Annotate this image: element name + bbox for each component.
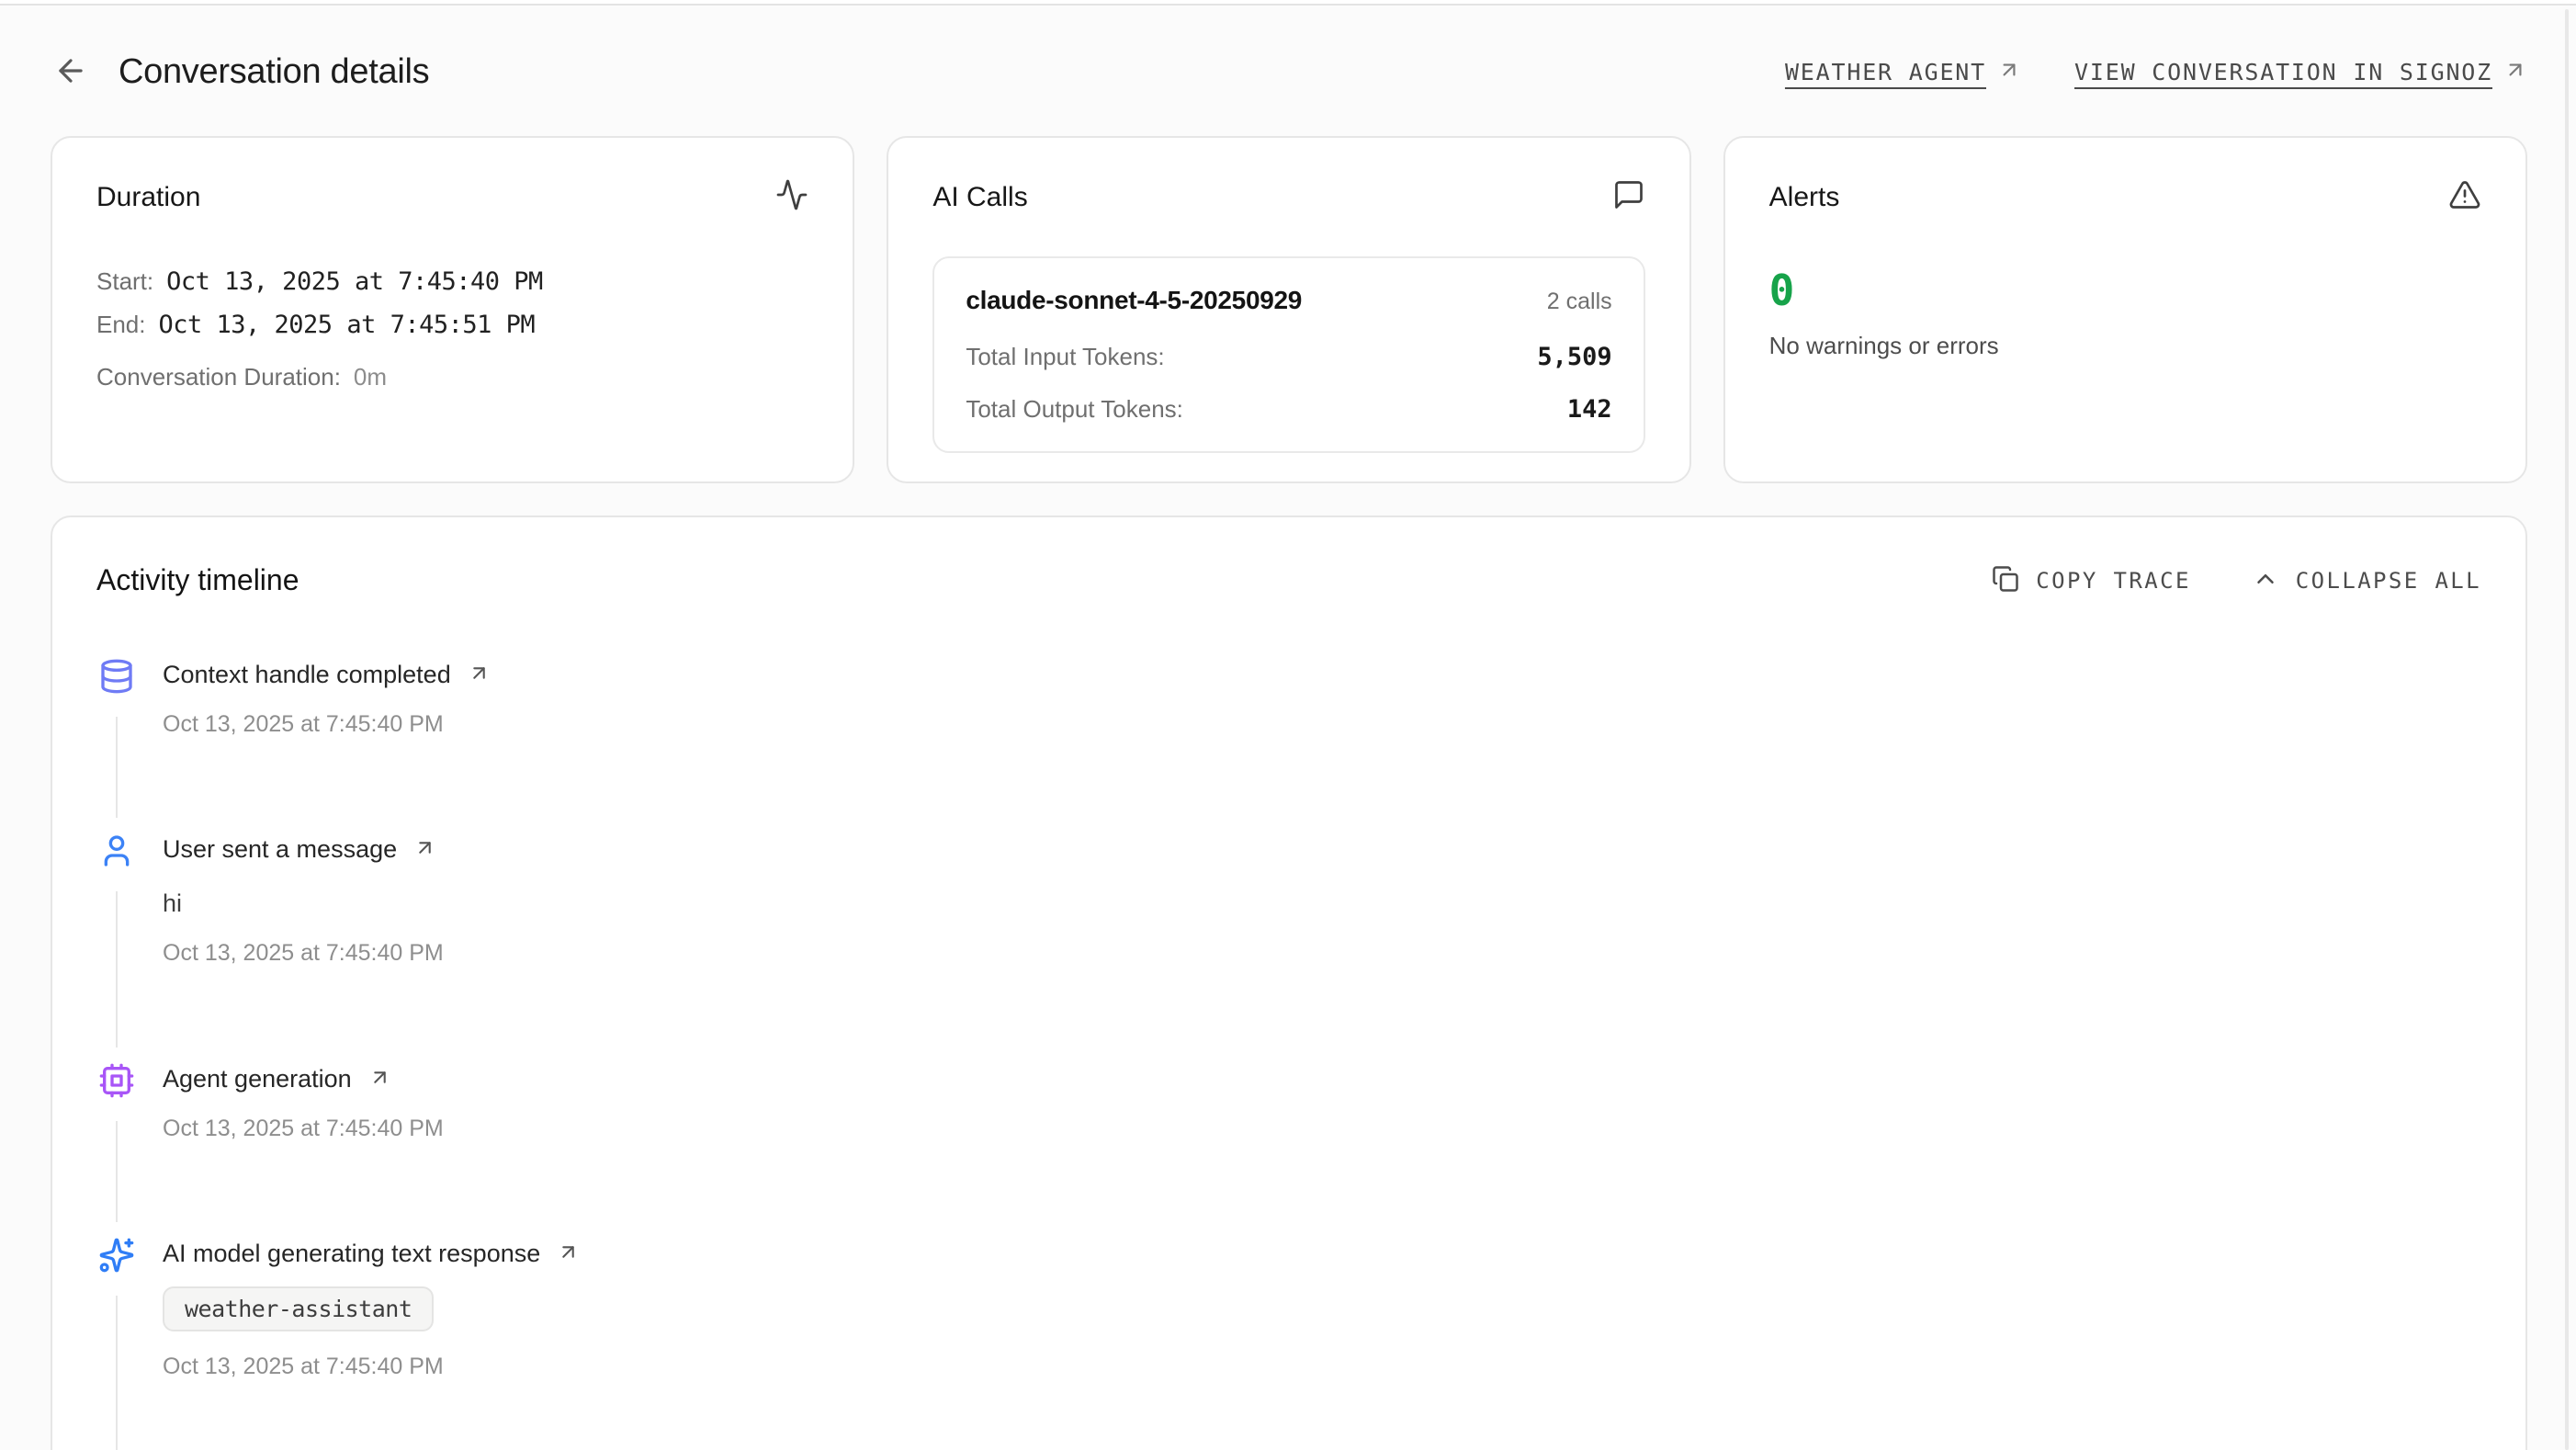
- timeline-item-content: Agent generation Oct 13, 2025 at 7:45:40…: [163, 1062, 2481, 1237]
- page-header-left: Conversation details: [51, 51, 429, 92]
- timeline-item-title: User sent a message: [163, 835, 397, 864]
- timeline-item-link[interactable]: Agent generation: [163, 1065, 2481, 1093]
- user-icon: [98, 833, 135, 869]
- duration-card-header: Duration: [96, 178, 808, 216]
- alert-count: 0: [1769, 269, 2481, 312]
- triangle-alert-icon: [2448, 178, 2481, 216]
- arrow-up-right-icon: [2503, 58, 2527, 86]
- duration-card: Duration Start: Oct 13, 2025 at 7:45:40 …: [51, 136, 854, 483]
- conversation-duration-label: Conversation Duration:: [96, 363, 341, 391]
- timeline-item-content: User sent a message hi Oct 13, 2025 at 7…: [163, 833, 2481, 1062]
- timeline-item-link[interactable]: User sent a message: [163, 835, 2481, 864]
- activity-timeline-card: Activity timeline COPY TRACE COLLAPSE AL…: [51, 515, 2527, 1450]
- ai-calls-card-title: AI Calls: [932, 182, 1027, 213]
- ai-calls-card: AI Calls claude-sonnet-4-5-20250929 2 ca…: [887, 136, 1690, 483]
- model-usage-box: claude-sonnet-4-5-20250929 2 calls Total…: [932, 256, 1644, 453]
- timeline-connector: [116, 891, 118, 1048]
- page-header: Conversation details WEATHER AGENT VIEW …: [51, 51, 2527, 92]
- timeline-item-title: Agent generation: [163, 1065, 352, 1093]
- timeline-connector: [116, 1296, 118, 1450]
- timeline-item-content: AI model generating text response weathe…: [163, 1237, 2481, 1450]
- header-links: WEATHER AGENT VIEW CONVERSATION IN SIGNO…: [1785, 58, 2527, 86]
- alerts-card: Alerts 0 No warnings or errors: [1723, 136, 2527, 483]
- duration-card-body: Start: Oct 13, 2025 at 7:45:40 PM End: O…: [96, 267, 808, 391]
- copy-icon: [1992, 565, 2019, 595]
- conversation-duration-row: Conversation Duration: 0m: [96, 363, 808, 391]
- timeline-connector: [116, 1121, 118, 1222]
- timeline-item-ai-text-response: AI model generating text response weathe…: [98, 1237, 2481, 1450]
- timeline-header: Activity timeline COPY TRACE COLLAPSE AL…: [96, 563, 2481, 597]
- collapse-all-button[interactable]: COLLAPSE ALL: [2252, 565, 2481, 595]
- timeline-rail: [98, 1237, 135, 1450]
- output-tokens-value: 142: [1567, 395, 1612, 424]
- duration-card-title: Duration: [96, 182, 200, 213]
- timeline-actions: COPY TRACE COLLAPSE ALL: [1992, 565, 2481, 595]
- model-call-count: 2 calls: [1547, 289, 1612, 315]
- page-title: Conversation details: [119, 52, 429, 92]
- alerts-card-title: Alerts: [1769, 182, 1840, 213]
- alerts-card-header: Alerts: [1769, 178, 2481, 216]
- weather-agent-link-label: WEATHER AGENT: [1785, 59, 1986, 85]
- copy-trace-label: COPY TRACE: [2036, 568, 2191, 594]
- timeline-rail: [98, 658, 135, 833]
- end-value: Oct 13, 2025 at 7:45:51 PM: [159, 311, 536, 339]
- view-conversation-in-signoz-link[interactable]: VIEW CONVERSATION IN SIGNOZ: [2074, 58, 2527, 86]
- cpu-icon: [98, 1062, 135, 1099]
- timeline-item-link[interactable]: AI model generating text response: [163, 1240, 2481, 1268]
- back-button[interactable]: [51, 51, 91, 92]
- timeline-connector: [116, 717, 118, 818]
- timeline-item-timestamp: Oct 13, 2025 at 7:45:40 PM: [163, 1354, 2481, 1380]
- view-conversation-link-label: VIEW CONVERSATION IN SIGNOZ: [2074, 59, 2492, 85]
- activity-icon: [775, 178, 808, 216]
- timeline-rail: [98, 833, 135, 1062]
- timeline-item-timestamp: Oct 13, 2025 at 7:45:40 PM: [163, 1116, 2481, 1142]
- input-tokens-value: 5,509: [1537, 343, 1611, 371]
- start-value: Oct 13, 2025 at 7:45:40 PM: [166, 267, 543, 296]
- timeline-item-context-handle: Context handle completed Oct 13, 2025 at…: [98, 658, 2481, 833]
- timeline-item-link[interactable]: Context handle completed: [163, 661, 2481, 689]
- timeline-item-title: Context handle completed: [163, 661, 451, 689]
- end-label: End:: [96, 311, 146, 339]
- timeline-item-title: AI model generating text response: [163, 1240, 540, 1268]
- timeline-item-content: Context handle completed Oct 13, 2025 at…: [163, 658, 2481, 833]
- input-tokens-row: Total Input Tokens: 5,509: [966, 343, 1611, 371]
- arrow-up-right-icon: [368, 1066, 391, 1093]
- timeline-item-user-message: User sent a message hi Oct 13, 2025 at 7…: [98, 833, 2481, 1062]
- end-time-row: End: Oct 13, 2025 at 7:45:51 PM: [96, 311, 808, 339]
- scrollbar[interactable]: [2565, 9, 2569, 1450]
- arrow-left-icon: [53, 53, 88, 91]
- arrow-up-right-icon: [413, 836, 436, 864]
- arrow-up-right-icon: [557, 1240, 580, 1268]
- timeline-title: Activity timeline: [96, 563, 299, 597]
- timeline-item-timestamp: Oct 13, 2025 at 7:45:40 PM: [163, 711, 2481, 738]
- agent-name-tag: weather-assistant: [163, 1286, 434, 1331]
- summary-cards-row: Duration Start: Oct 13, 2025 at 7:45:40 …: [51, 136, 2527, 483]
- copy-trace-button[interactable]: COPY TRACE: [1992, 565, 2191, 595]
- timeline-rail: [98, 1062, 135, 1237]
- sparkles-icon: [98, 1237, 135, 1274]
- arrow-up-right-icon: [468, 662, 491, 689]
- timeline-list: Context handle completed Oct 13, 2025 at…: [98, 658, 2481, 1450]
- timeline-item-timestamp: Oct 13, 2025 at 7:45:40 PM: [163, 940, 2481, 967]
- collapse-all-label: COLLAPSE ALL: [2296, 568, 2481, 594]
- timeline-item-body: hi: [163, 889, 2481, 918]
- ai-calls-card-header: AI Calls: [932, 178, 1644, 216]
- arrow-up-right-icon: [1997, 58, 2021, 86]
- message-square-icon: [1612, 178, 1645, 216]
- conversation-duration-value: 0m: [354, 363, 387, 391]
- timeline-item-agent-generation: Agent generation Oct 13, 2025 at 7:45:40…: [98, 1062, 2481, 1237]
- start-time-row: Start: Oct 13, 2025 at 7:45:40 PM: [96, 267, 808, 296]
- model-name: claude-sonnet-4-5-20250929: [966, 286, 1302, 315]
- weather-agent-link[interactable]: WEATHER AGENT: [1785, 58, 2021, 86]
- chevron-up-icon: [2252, 565, 2279, 595]
- conversation-details-page: Conversation details WEATHER AGENT VIEW …: [51, 0, 2527, 1450]
- output-tokens-row: Total Output Tokens: 142: [966, 395, 1611, 424]
- start-label: Start:: [96, 267, 153, 296]
- database-icon: [98, 658, 135, 695]
- input-tokens-label: Total Input Tokens:: [966, 343, 1164, 371]
- model-row: claude-sonnet-4-5-20250929 2 calls: [966, 286, 1611, 315]
- output-tokens-label: Total Output Tokens:: [966, 395, 1183, 424]
- alert-message: No warnings or errors: [1769, 332, 2481, 360]
